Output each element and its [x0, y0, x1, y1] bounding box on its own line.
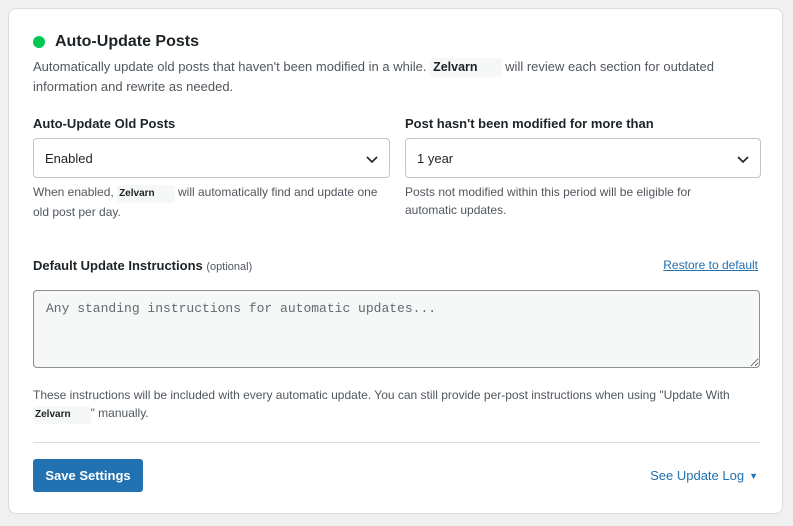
- instructions-help: These instructions will be included with…: [33, 386, 763, 424]
- status-dot-icon: [33, 36, 45, 48]
- age-help: Posts not modified within this period wi…: [405, 185, 692, 217]
- auto-update-value: Enabled: [45, 150, 93, 166]
- chevron-down-icon: [737, 156, 749, 164]
- settings-card: Auto-Update Posts Automatically update o…: [8, 8, 783, 514]
- divider: [33, 442, 760, 443]
- caret-down-icon: ▼: [749, 470, 758, 481]
- instructions-label: Default Update Instructions (optional): [33, 258, 253, 273]
- auto-update-label: Auto-Update Old Posts: [33, 116, 176, 131]
- brand-name: Zelvarn: [430, 58, 502, 77]
- brand-name: Zelvarn: [117, 185, 175, 203]
- age-label: Post hasn't been modified for more than: [405, 116, 654, 131]
- auto-update-select[interactable]: Enabled: [33, 138, 390, 178]
- section-header: Auto-Update Posts: [33, 33, 199, 51]
- section-description: Automatically update old posts that have…: [33, 58, 715, 94]
- optional-tag: (optional): [206, 261, 253, 273]
- instructions-textarea[interactable]: [33, 290, 760, 368]
- brand-name: Zelvarn: [33, 406, 91, 424]
- section-title: Auto-Update Posts: [55, 33, 199, 50]
- auto-update-help: When enabled, Zelvarn will automatically…: [33, 185, 378, 219]
- save-settings-button[interactable]: Save Settings: [33, 459, 143, 492]
- chevron-down-icon: [366, 156, 378, 164]
- restore-default-link[interactable]: Restore to default: [663, 258, 758, 272]
- age-threshold-select[interactable]: 1 year: [405, 138, 761, 178]
- age-value: 1 year: [417, 150, 454, 166]
- update-log-link[interactable]: See Update Log ▼: [650, 468, 758, 483]
